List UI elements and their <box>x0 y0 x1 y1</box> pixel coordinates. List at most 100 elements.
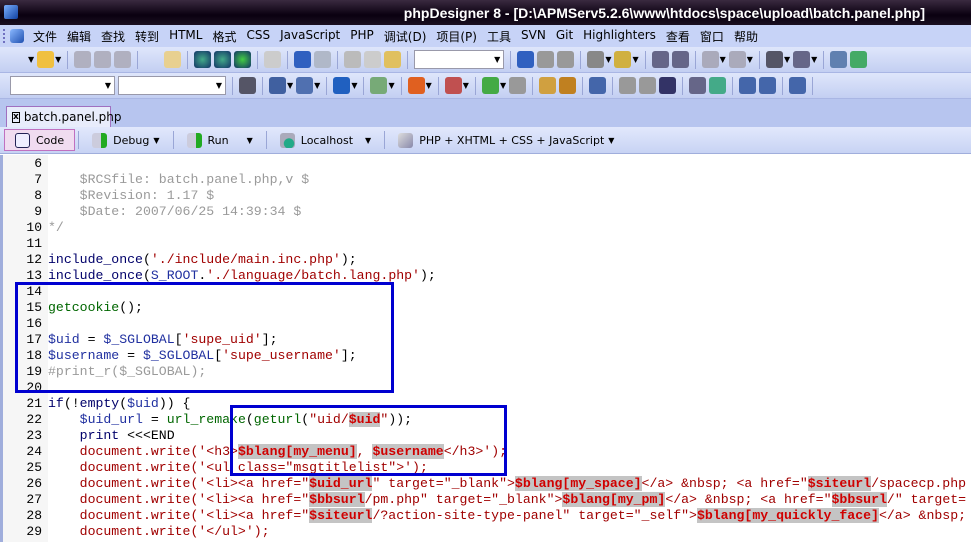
code-button[interactable]: Code <box>4 129 76 151</box>
grid-icon[interactable] <box>739 77 757 94</box>
replace-icon[interactable] <box>557 51 575 68</box>
table-icon[interactable] <box>269 77 286 94</box>
globe-save-icon[interactable] <box>214 51 232 68</box>
hand-icon[interactable] <box>539 77 557 94</box>
dropdown-arrow-icon[interactable]: ▼ <box>500 81 506 90</box>
brush-icon[interactable] <box>407 77 425 94</box>
menu-item[interactable]: 工具 <box>482 28 516 45</box>
code-line[interactable]: document.write('<li><a href="$siteurl/?a… <box>48 508 966 524</box>
form-icon[interactable] <box>296 77 314 94</box>
active-icon[interactable] <box>819 77 836 94</box>
code-line[interactable]: if(!empty($uid)) { <box>48 396 190 412</box>
book-icon[interactable] <box>830 51 848 68</box>
image-icon[interactable] <box>709 77 727 94</box>
menu-item[interactable]: 文件 <box>28 28 62 45</box>
forward-icon[interactable] <box>728 51 746 68</box>
tab-batch-panel[interactable]: x batch.panel.php <box>6 106 121 127</box>
img-r-icon[interactable] <box>639 77 657 94</box>
new-file-icon[interactable] <box>10 51 27 68</box>
save-icon[interactable] <box>74 51 92 68</box>
menu-item[interactable]: 查看 <box>661 28 695 45</box>
debug-button[interactable]: Debug ▼ <box>82 129 169 151</box>
localhost-button[interactable]: Localhost ▼ <box>270 129 381 151</box>
code-line[interactable]: $Revision: 1.17 $ <box>48 188 215 204</box>
tag-icon[interactable] <box>239 77 256 94</box>
language-button[interactable]: PHP + XHTML + CSS + JavaScript ▼ <box>388 129 624 151</box>
combo-box[interactable]: ▼ <box>10 76 115 95</box>
undo-icon[interactable] <box>294 51 312 68</box>
menu-item[interactable]: 转到 <box>130 28 164 45</box>
dropdown-arrow-icon[interactable]: ▼ <box>747 55 753 64</box>
dropdown-arrow-icon[interactable]: ▼ <box>720 55 726 64</box>
wand-icon[interactable] <box>509 77 527 94</box>
dropdown-arrow-icon[interactable]: ▼ <box>314 81 320 90</box>
menu-item[interactable]: HTML <box>164 28 207 45</box>
dropdown-arrow-icon[interactable]: ▼ <box>55 55 61 64</box>
code-editor[interactable]: 6 7 8 9 10 11 12 13 14 15 16 17 18 19 20 21 22 23 24 25 26 27… <box>0 155 971 542</box>
code-line[interactable]: document.write('<li><a href="$uid_url" t… <box>48 476 966 492</box>
menu-item[interactable]: Git <box>551 28 578 45</box>
redo-icon[interactable] <box>314 51 332 68</box>
menu-item[interactable]: 帮助 <box>729 28 763 45</box>
menu-item[interactable]: 项目(P) <box>431 28 482 45</box>
dropdown-arrow-icon[interactable]: ▼ <box>605 55 611 64</box>
spell-icon[interactable] <box>559 77 577 94</box>
list-icon[interactable] <box>759 77 777 94</box>
bookmark-icon[interactable] <box>765 51 783 68</box>
img-l-icon[interactable] <box>619 77 637 94</box>
dropdown-arrow-icon[interactable]: ▼ <box>784 55 790 64</box>
folder-tag-icon[interactable] <box>614 51 632 68</box>
save-all-icon[interactable] <box>114 51 132 68</box>
menu-item[interactable]: 窗口 <box>695 28 729 45</box>
dropdown-arrow-icon[interactable]: ▼ <box>426 81 432 90</box>
dropdown-arrow-icon[interactable]: ▼ <box>811 55 817 64</box>
menu-item[interactable]: PHP <box>345 28 379 45</box>
menu-item[interactable]: SVN <box>516 28 551 45</box>
copy-file-icon[interactable] <box>144 51 161 68</box>
copy-icon[interactable] <box>364 51 382 68</box>
menu-item[interactable]: JavaScript <box>275 28 345 45</box>
code-line[interactable]: document.write('<li><a href="$bbsurl/pm.… <box>48 492 966 508</box>
menu-item[interactable]: 调试(D) <box>379 28 432 45</box>
cut-icon[interactable] <box>344 51 362 68</box>
menu-item[interactable]: Highlighters <box>578 28 661 45</box>
combo-box[interactable]: ▼ <box>118 76 226 95</box>
save-as-icon[interactable] <box>94 51 112 68</box>
menu-item[interactable]: 编辑 <box>62 28 96 45</box>
clipboard-icon[interactable] <box>370 77 388 94</box>
code-line[interactable]: print <<<END <box>48 428 175 444</box>
refresh-icon[interactable] <box>333 77 351 94</box>
tools-icon[interactable] <box>793 51 811 68</box>
dropdown-arrow-icon[interactable]: ▼ <box>351 81 357 90</box>
menu-item[interactable]: 查找 <box>96 28 130 45</box>
code-line[interactable]: $Date: 2007/06/25 14:39:34 $ <box>48 204 302 220</box>
frame-icon[interactable] <box>589 77 607 94</box>
dropdown-arrow-icon[interactable]: ▼ <box>463 81 469 90</box>
dropdown-arrow-icon[interactable]: ▼ <box>28 55 34 64</box>
filter-icon[interactable] <box>587 51 605 68</box>
document-icon[interactable] <box>10 29 24 43</box>
back-icon[interactable] <box>701 51 719 68</box>
book-green-icon[interactable] <box>850 51 868 68</box>
filter-next-icon[interactable] <box>671 51 689 68</box>
link-icon[interactable] <box>689 77 707 94</box>
combo-box[interactable]: ▼ <box>414 50 505 69</box>
checkbox-icon[interactable] <box>659 77 677 94</box>
code-line[interactable]: $RCSfile: batch.panel.php,v $ <box>48 172 310 188</box>
close-icon[interactable]: x <box>12 111 20 123</box>
code-line[interactable]: */ <box>48 220 64 236</box>
menu-item[interactable]: CSS <box>241 28 275 45</box>
dropdown-arrow-icon[interactable]: ▼ <box>632 55 638 64</box>
print-icon[interactable] <box>264 51 282 68</box>
palette-icon[interactable] <box>444 77 462 94</box>
globe-icon[interactable] <box>194 51 212 68</box>
validate-icon[interactable] <box>481 77 499 94</box>
paste-icon[interactable] <box>384 51 402 68</box>
code-line[interactable]: include_once('./include/main.inc.php'); <box>48 252 357 268</box>
open-folder-icon[interactable] <box>37 51 55 68</box>
folder-file-icon[interactable] <box>164 51 182 68</box>
code-line[interactable]: document.write('</ul>'); <box>48 524 270 540</box>
window-icon[interactable] <box>789 77 807 94</box>
filter-add-icon[interactable] <box>651 51 669 68</box>
search-icon[interactable] <box>537 51 555 68</box>
